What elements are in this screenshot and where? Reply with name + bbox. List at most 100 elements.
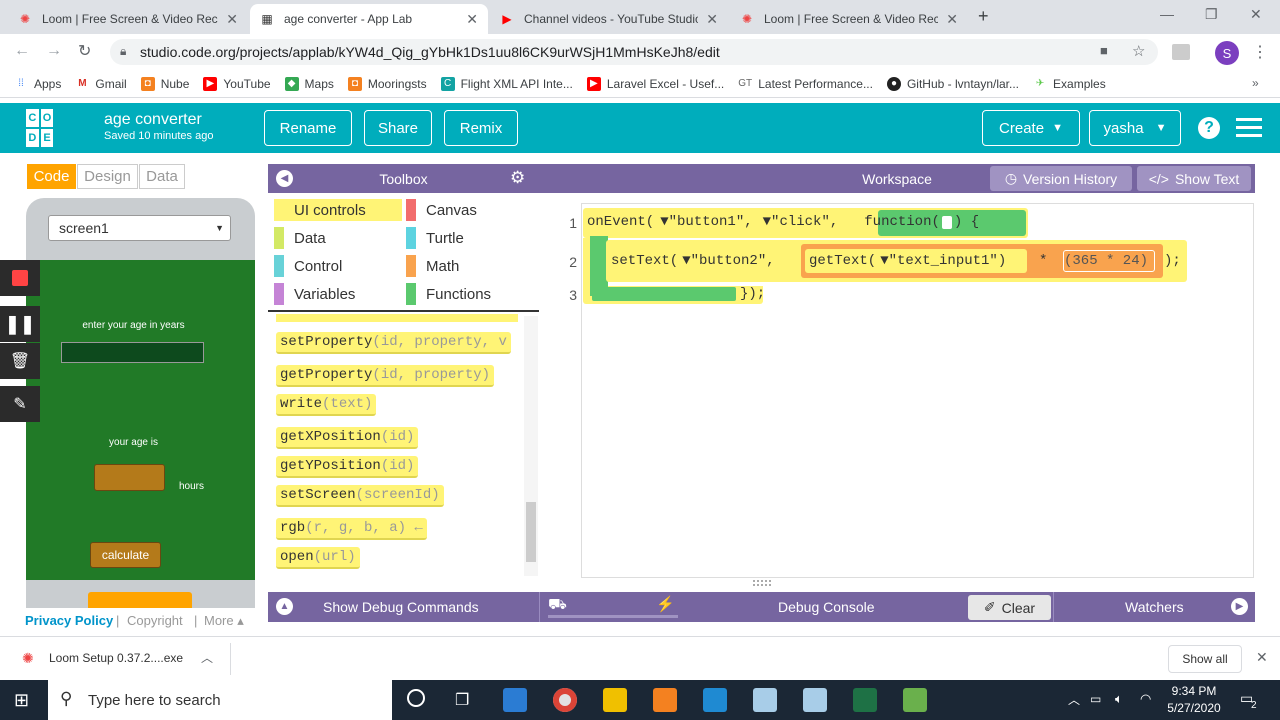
more-bookmarks-icon[interactable]: » xyxy=(1252,76,1259,90)
scrollbar-thumb[interactable] xyxy=(526,502,536,562)
app-icon-teams[interactable] xyxy=(503,688,527,712)
expand-debug-icon[interactable]: ▲ xyxy=(276,598,293,615)
camera-icon[interactable]: ■ xyxy=(1100,43,1108,58)
close-icon[interactable]: ✕ xyxy=(946,11,958,28)
collapse-toolbox-icon[interactable]: ◀ xyxy=(276,170,293,187)
close-icon[interactable]: ✕ xyxy=(706,11,718,28)
tab-design[interactable]: Design xyxy=(77,164,138,189)
show-debug-commands[interactable]: Show Debug Commands xyxy=(323,599,479,615)
bookmark-laravel[interactable]: ▶ Laravel Excel - Usef... xyxy=(586,76,724,91)
trash-icon[interactable]: 🗑︎ xyxy=(0,343,40,379)
tab-loom-1[interactable]: ✺ Loom | Free Screen & Video Rec ✕ xyxy=(8,4,248,34)
user-menu-button[interactable]: yasha ▼ xyxy=(1089,110,1181,146)
resize-handle[interactable] xyxy=(753,580,771,586)
copyright-link[interactable]: Copyright xyxy=(127,613,183,628)
show-text-button[interactable]: </> Show Text xyxy=(1137,166,1251,191)
more-link[interactable]: More ▴ xyxy=(204,613,244,629)
category-control[interactable]: Control xyxy=(274,255,342,277)
toolbox-scrollbar[interactable] xyxy=(524,316,538,576)
tab-code[interactable]: Code xyxy=(27,164,76,189)
forward-icon[interactable]: → xyxy=(46,42,62,60)
bookmark-mooringsts[interactable]: ◘ Mooringsts xyxy=(347,76,427,91)
windows-start-icon[interactable]: ⊞ xyxy=(14,690,29,711)
pause-icon[interactable]: ❚❚ xyxy=(0,306,40,342)
expand-watchers-icon[interactable]: ▶ xyxy=(1231,598,1248,615)
file-explorer-icon[interactable] xyxy=(603,688,627,712)
window-close-icon[interactable]: ✕ xyxy=(1250,6,1262,23)
bookmark-youtube[interactable]: ▶ YouTube xyxy=(203,76,271,91)
bookmark-apps[interactable]: ⁞⁞ Apps xyxy=(14,77,61,91)
profile-avatar[interactable]: S xyxy=(1215,41,1239,65)
task-view-icon[interactable]: ❐ xyxy=(455,690,469,710)
app-icon-generic-3[interactable] xyxy=(903,688,927,712)
block-setproperty[interactable]: setProperty (id, property, v xyxy=(276,332,511,354)
tab-applab[interactable]: ▦ age converter - App Lab ✕ xyxy=(250,4,488,34)
bookmark-gmail[interactable]: M Gmail xyxy=(75,77,127,91)
bookmark-gtmetrix[interactable]: GT Latest Performance... xyxy=(738,77,873,91)
category-variables[interactable]: Variables xyxy=(274,283,355,305)
wifi-icon[interactable]: ◠ xyxy=(1140,691,1151,707)
speed-slider[interactable] xyxy=(548,615,678,618)
bookmark-flightxml[interactable]: C Flight XML API Inte... xyxy=(440,76,573,91)
screen-select[interactable]: screen1 ▼ xyxy=(48,215,231,241)
bookmark-maps[interactable]: ◆ Maps xyxy=(284,76,334,91)
menu-kebab-icon[interactable]: ⋮ xyxy=(1252,42,1268,62)
draw-icon[interactable]: ✎ xyxy=(0,386,40,422)
run-button[interactable] xyxy=(88,592,192,608)
stop-recording-icon[interactable] xyxy=(0,260,40,296)
vscode-icon[interactable] xyxy=(703,688,727,712)
chrome-icon[interactable] xyxy=(553,688,577,712)
star-icon[interactable]: ☆ xyxy=(1132,42,1145,60)
chevron-up-icon[interactable]: ︿ xyxy=(201,649,213,666)
block-getxposition[interactable]: getXPosition (id) xyxy=(276,427,419,449)
tray-chevron-icon[interactable]: ︿ xyxy=(1068,691,1080,708)
clock-time[interactable]: 9:34 PM xyxy=(1162,684,1226,698)
category-math[interactable]: Math xyxy=(406,255,459,277)
tab-loom-2[interactable]: ✺ Loom | Free Screen & Video Rec ✕ xyxy=(730,4,968,34)
category-turtle[interactable]: Turtle xyxy=(406,227,464,249)
block-getproperty[interactable]: getProperty (id, property) xyxy=(276,365,495,387)
battery-icon[interactable]: ▭ xyxy=(1090,692,1101,706)
category-ui-controls[interactable]: UI controls xyxy=(274,199,366,221)
show-all-button[interactable]: Show all xyxy=(1168,645,1242,673)
bookmark-nube[interactable]: ◘ Nube xyxy=(140,76,189,91)
url-field[interactable]: 🔒︎ studio.code.org/projects/applab/kYW4d… xyxy=(110,39,1158,65)
maximize-icon[interactable]: ❐ xyxy=(1205,6,1218,23)
help-icon[interactable]: ? xyxy=(1198,117,1220,139)
new-tab-icon[interactable]: + xyxy=(978,6,989,27)
version-history-button[interactable]: ◷ Version History xyxy=(990,166,1132,191)
close-icon[interactable]: ✕ xyxy=(226,11,238,28)
hamburger-menu-icon[interactable] xyxy=(1236,118,1262,138)
clock-date[interactable]: 5/27/2020 xyxy=(1160,701,1228,715)
volume-icon[interactable]: 🔈︎ xyxy=(1115,691,1123,707)
xampp-icon[interactable] xyxy=(653,688,677,712)
gear-icon[interactable]: ⚙ xyxy=(510,168,525,188)
bookmark-examples[interactable]: ✈ Examples xyxy=(1033,77,1106,91)
reload-icon[interactable]: ↻ xyxy=(78,41,91,61)
excel-icon[interactable] xyxy=(853,688,877,712)
extension-icon[interactable] xyxy=(1172,44,1190,60)
share-button[interactable]: Share xyxy=(364,110,432,146)
code-org-logo[interactable]: CO DE xyxy=(26,109,68,147)
block-setscreen[interactable]: setScreen (screenId) xyxy=(276,485,444,507)
category-data[interactable]: Data xyxy=(274,227,326,249)
rename-button[interactable]: Rename xyxy=(264,110,352,146)
age-input[interactable] xyxy=(61,342,204,363)
close-icon[interactable]: ✕ xyxy=(466,11,478,28)
tab-youtube-studio[interactable]: ▶ Channel videos - YouTube Studio ✕ xyxy=(490,4,728,34)
create-menu-button[interactable]: Create ▼ xyxy=(982,110,1080,146)
app-icon-generic-2[interactable] xyxy=(803,688,827,712)
block-getyposition[interactable]: getYPosition (id) xyxy=(276,456,419,478)
remix-button[interactable]: Remix xyxy=(444,110,518,146)
privacy-policy-link[interactable]: Privacy Policy xyxy=(25,613,113,628)
clear-button[interactable]: ✐ Clear xyxy=(968,595,1051,620)
bookmark-github[interactable]: ● GitHub - lvntayn/lar... xyxy=(886,76,1019,91)
taskbar-search[interactable]: ⚲ Type here to search xyxy=(48,680,392,720)
close-icon[interactable]: ✕ xyxy=(1256,649,1268,666)
category-canvas[interactable]: Canvas xyxy=(406,199,477,221)
param-slot[interactable] xyxy=(941,215,952,229)
minimize-icon[interactable]: — xyxy=(1160,6,1174,22)
tab-data[interactable]: Data xyxy=(139,164,185,189)
block-rgb[interactable]: rgb (r, g, b, a) ← xyxy=(276,518,427,540)
back-icon[interactable]: ← xyxy=(14,42,30,60)
